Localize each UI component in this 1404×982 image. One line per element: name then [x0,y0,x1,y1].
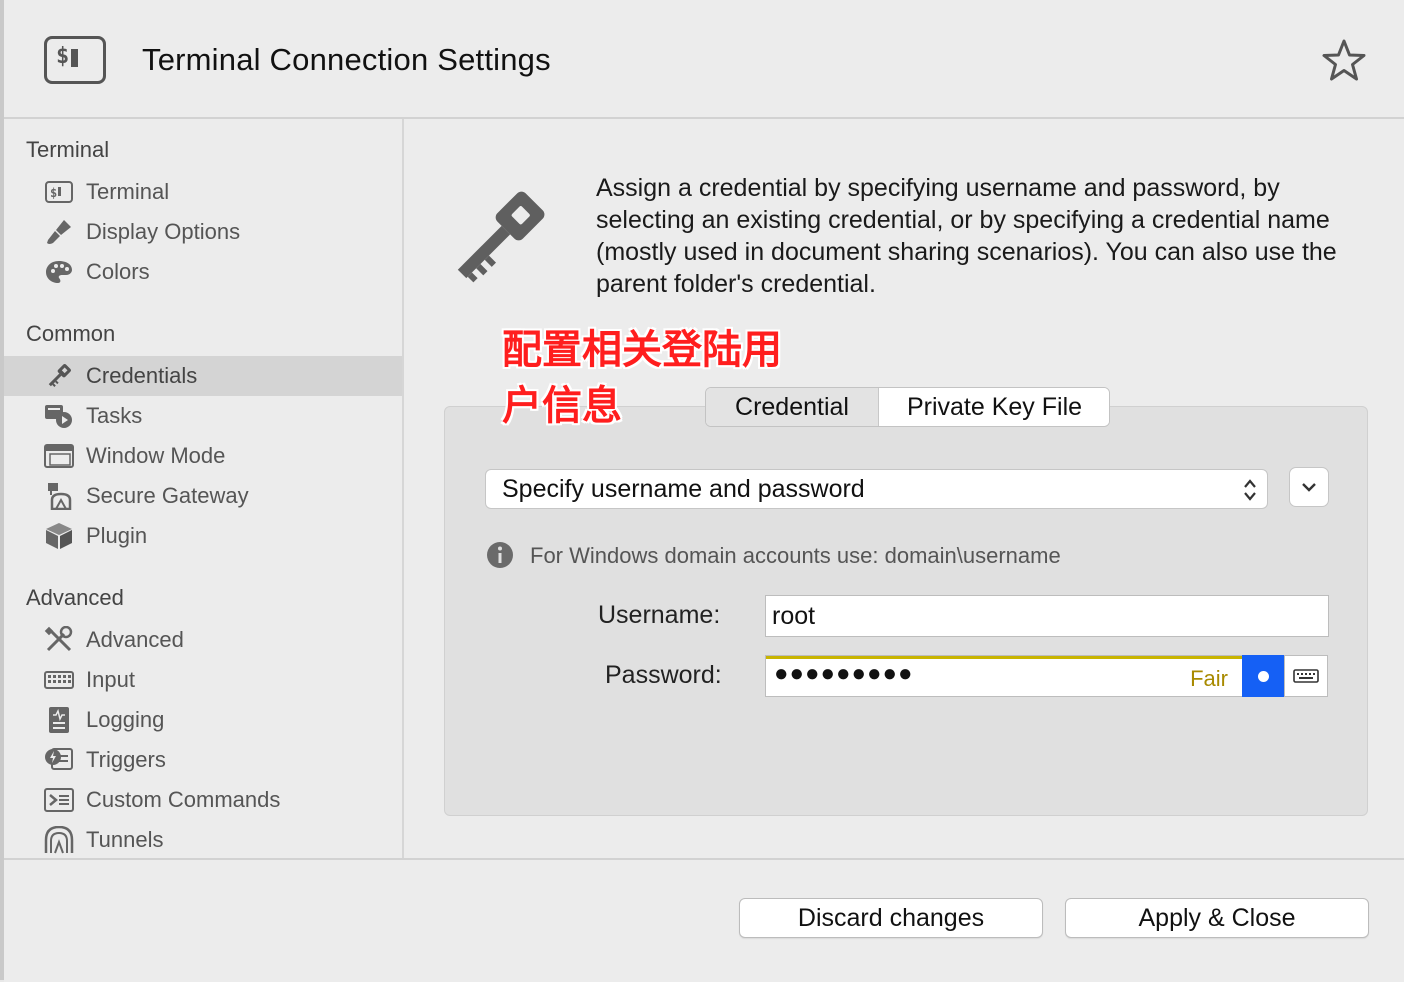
chevron-updown-icon [1244,479,1256,501]
keyboard-icon [44,671,74,689]
gateway-icon [48,483,72,510]
sidebar-item-window-mode[interactable]: Window Mode [4,436,402,476]
svg-text:$: $ [50,186,57,200]
sidebar-group-advanced: Advanced [26,585,124,610]
sidebar: Terminal $ Terminal Display Options Colo… [4,119,404,858]
sidebar-item-display-options[interactable]: Display Options [4,212,402,252]
sidebar-item-label: Custom Commands [86,787,281,812]
palette-icon [46,261,72,283]
sidebar-item-label: Colors [86,259,150,284]
password-strength-label: Fair [1190,666,1228,691]
sidebar-item-credentials[interactable]: Credentials [4,356,402,396]
username-value: root [772,602,816,630]
commands-icon [44,788,74,812]
sidebar-item-colors[interactable]: Colors [4,252,402,292]
window-icon [44,444,74,468]
dot-icon [1258,671,1269,682]
sidebar-item-custom-commands[interactable]: Custom Commands [4,780,402,820]
keyboard-icon [1293,669,1319,683]
settings-window: $ Terminal Connection Settings Terminal … [0,0,1404,982]
sidebar-item-label: Display Options [86,219,241,244]
terminal-icon: $ [45,181,73,203]
chevron-down-icon [1302,483,1316,492]
password-field[interactable]: ●●●●●●●●● Fair [765,655,1243,697]
sidebar-item-triggers[interactable]: Triggers [4,740,402,780]
username-field[interactable]: root [765,595,1329,637]
credential-mode-select[interactable]: Specify username and password [485,469,1268,509]
sidebar-item-terminal[interactable]: $ Terminal [4,172,402,212]
footer: Discard changes Apply & Close [4,858,1404,982]
sidebar-item-plugin[interactable]: Plugin [4,516,402,556]
sidebar-item-label: Plugin [86,523,148,548]
credential-description: Assign a credential by specifying userna… [596,174,1337,298]
brush-icon [47,220,71,244]
sidebar-item-tunnels[interactable]: Tunnels [4,820,402,860]
tab-credential[interactable]: Credential [706,388,879,426]
info-icon [487,542,513,568]
domain-hint: For Windows domain accounts use: domain\… [530,543,1061,568]
sidebar-item-label: Input [86,667,135,692]
cube-icon [46,523,72,549]
log-icon [49,707,69,733]
sidebar-item-logging[interactable]: Logging [4,700,402,740]
username-label: Username: [598,601,721,629]
sidebar-item-advanced[interactable]: Advanced [4,620,402,660]
sidebar-group-terminal: Terminal [26,137,110,162]
sidebar-item-secure-gateway[interactable]: Secure Gateway [4,476,402,516]
tab-private-key-file[interactable]: Private Key File [879,388,1109,426]
credential-mode-value: Specify username and password [502,475,865,503]
tasks-icon [45,405,72,428]
tools-icon [44,626,73,652]
page-title: Terminal Connection Settings [142,42,551,77]
sidebar-item-label: Tunnels [86,827,164,852]
trigger-icon [45,748,73,770]
sidebar-item-label: Tasks [86,403,143,428]
key-icon [457,191,545,283]
star-icon[interactable] [1320,38,1368,82]
credential-options-button[interactable] [1289,467,1329,507]
password-keyboard-button[interactable] [1284,655,1328,697]
terminal-icon: $ [44,36,106,84]
sidebar-item-label: Logging [86,707,165,732]
credential-tabs: Credential Private Key File [705,387,1110,427]
password-label: Password: [605,661,722,689]
sidebar-item-label: Terminal [86,179,170,204]
password-options-button[interactable] [1242,655,1284,697]
discard-changes-button[interactable]: Discard changes [739,898,1043,938]
header: $ Terminal Connection Settings [4,0,1404,119]
sidebar-group-common: Common [26,321,116,346]
sidebar-item-label: Credentials [86,363,198,388]
sidebar-item-label: Advanced [86,627,184,652]
password-value: ●●●●●●●●● [774,660,914,687]
password-strength-bar [766,656,1243,659]
sidebar-item-label: Secure Gateway [86,483,249,508]
sidebar-item-tasks[interactable]: Tasks [4,396,402,436]
sidebar-item-input[interactable]: Input [4,660,402,700]
apply-close-button[interactable]: Apply & Close [1065,898,1369,938]
sidebar-item-label: Window Mode [86,443,226,468]
key-icon [48,364,71,387]
sidebar-item-label: Triggers [86,747,166,772]
tunnel-icon [44,826,74,854]
